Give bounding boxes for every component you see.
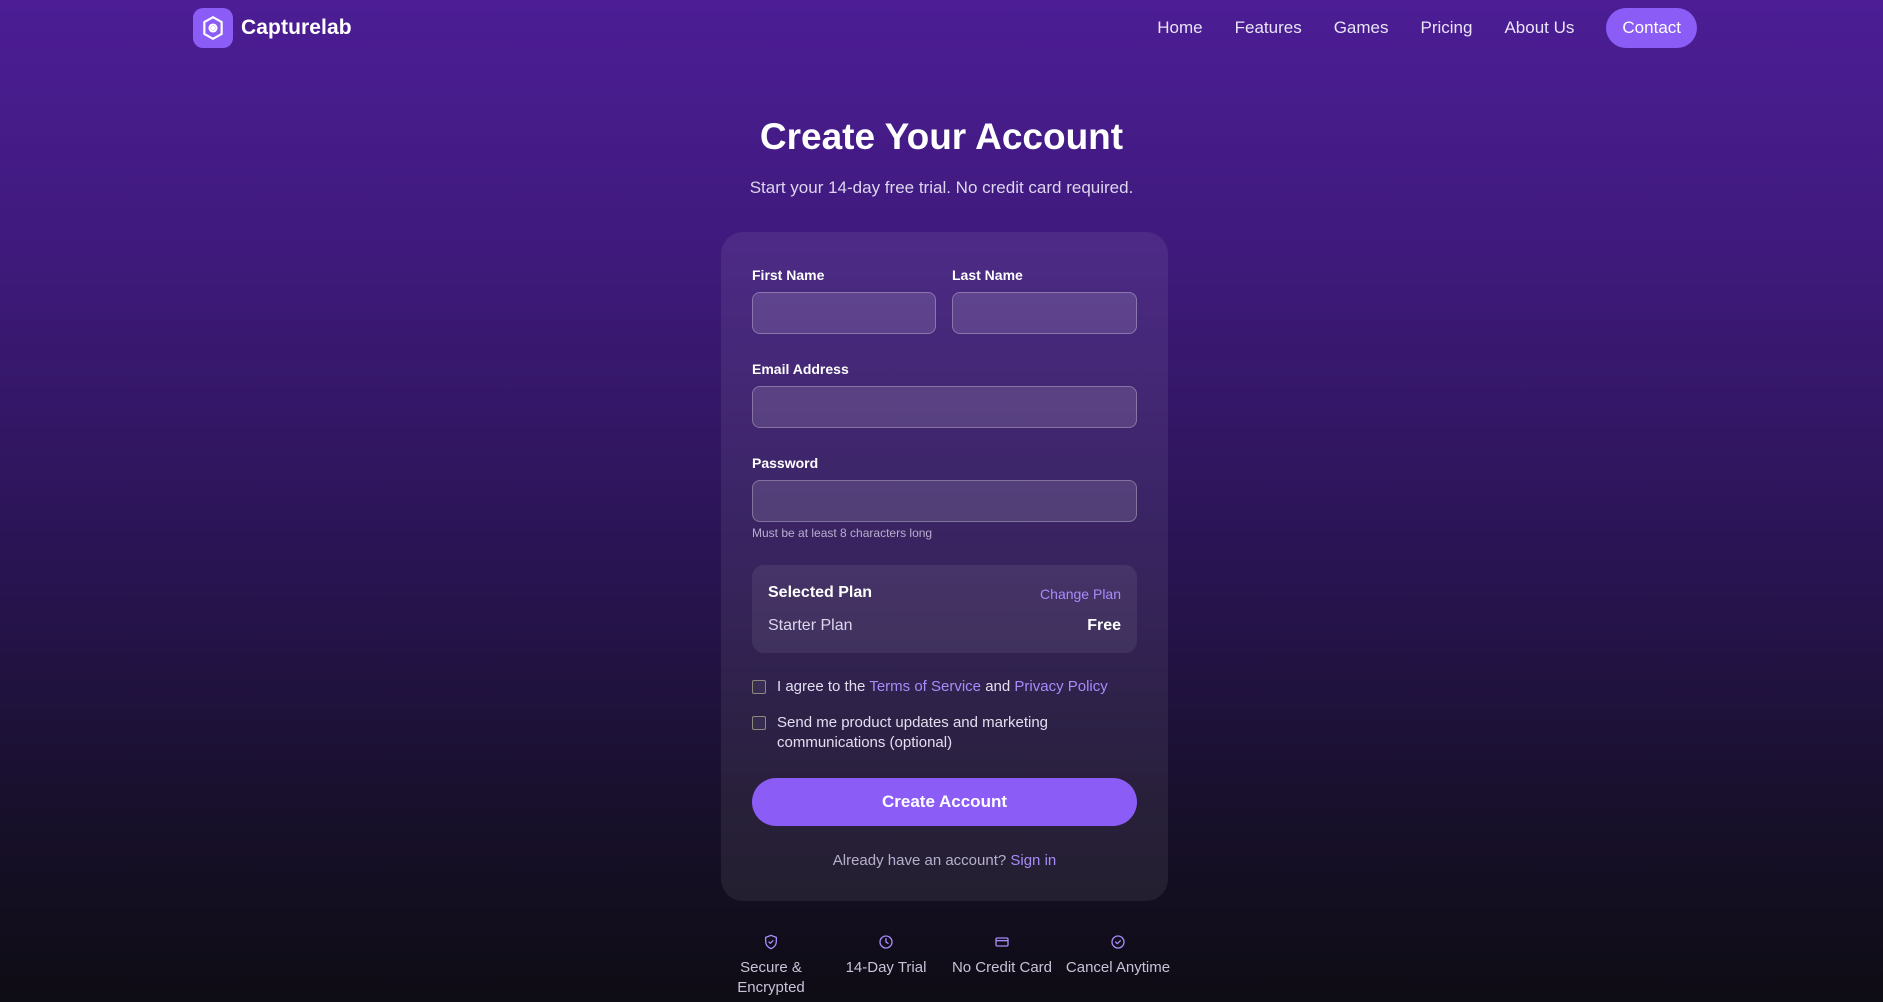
password-label: Password — [752, 455, 819, 471]
create-account-button[interactable]: Create Account — [752, 778, 1137, 826]
feature-cancel: Cancel Anytime — [1058, 934, 1178, 978]
feature-trial: 14-Day Trial — [826, 934, 946, 978]
signin-prompt: Already have an account? — [832, 852, 1007, 869]
marketing-checkbox[interactable] — [752, 716, 766, 730]
plan-name: Starter Plan — [768, 617, 853, 634]
feature-label: Cancel Anytime — [1065, 959, 1171, 976]
signin-row: Already have an account? Sign in — [721, 852, 1168, 869]
shield-icon — [765, 934, 777, 950]
marketing-text: Send me product updates and marketing co… — [777, 714, 1049, 751]
terms-checkbox[interactable] — [752, 680, 766, 694]
main-nav: Home Features Games Pricing About Us Con… — [1157, 8, 1697, 48]
feature-secure: Secure & Encrypted — [711, 934, 831, 998]
terms-row: I agree to the Terms of Service and Priv… — [752, 677, 1108, 697]
page-title: Create Your Account — [759, 116, 1124, 157]
plan-price: Free — [1087, 617, 1121, 634]
email-label: Email Address — [752, 361, 849, 377]
clock-icon — [879, 935, 893, 949]
nav-pricing[interactable]: Pricing — [1421, 18, 1473, 38]
nav-games[interactable]: Games — [1334, 18, 1389, 38]
last-name-label: Last Name — [952, 267, 1023, 283]
sign-in-link[interactable]: Sign in — [1010, 852, 1056, 869]
selected-plan-title: Selected Plan — [768, 584, 873, 601]
signup-card: First Name Last Name Email Address Passw… — [721, 232, 1168, 901]
terms-of-service-link[interactable]: Terms of Service — [869, 678, 981, 695]
feature-label: 14-Day Trial — [845, 959, 927, 976]
terms-prefix: I agree to the — [777, 678, 866, 695]
email-input[interactable] — [752, 386, 1137, 428]
check-circle-icon — [1111, 935, 1125, 949]
credit-card-icon — [995, 937, 1009, 947]
first-name-label: First Name — [752, 267, 825, 283]
site-header: Capturelab Home Features Games Pricing A… — [0, 0, 1883, 56]
feature-label: Secure & Encrypted — [737, 959, 805, 996]
selected-plan-box: Selected Plan Change Plan Starter Plan F… — [752, 565, 1137, 653]
password-hint: Must be at least 8 characters long — [752, 526, 933, 540]
nav-features[interactable]: Features — [1235, 18, 1302, 38]
brand-name: Capturelab — [241, 16, 352, 39]
privacy-policy-link[interactable]: Privacy Policy — [1014, 678, 1107, 695]
terms-text: I agree to the Terms of Service and Priv… — [777, 677, 1108, 697]
brand-logo[interactable]: Capturelab — [193, 8, 352, 48]
logo-hexagon-icon — [193, 8, 233, 48]
change-plan-link[interactable]: Change Plan — [1040, 586, 1121, 602]
nav-about-us[interactable]: About Us — [1504, 18, 1574, 38]
password-input[interactable] — [752, 480, 1137, 522]
first-name-input[interactable] — [752, 292, 936, 334]
contact-button[interactable]: Contact — [1606, 8, 1697, 48]
feature-no-card: No Credit Card — [942, 934, 1062, 978]
feature-label: No Credit Card — [951, 959, 1053, 976]
terms-and: and — [985, 678, 1011, 695]
marketing-row: Send me product updates and marketing co… — [752, 713, 1092, 753]
nav-home[interactable]: Home — [1157, 18, 1202, 38]
page-subtitle: Start your 14-day free trial. No credit … — [749, 178, 1134, 197]
last-name-input[interactable] — [952, 292, 1137, 334]
